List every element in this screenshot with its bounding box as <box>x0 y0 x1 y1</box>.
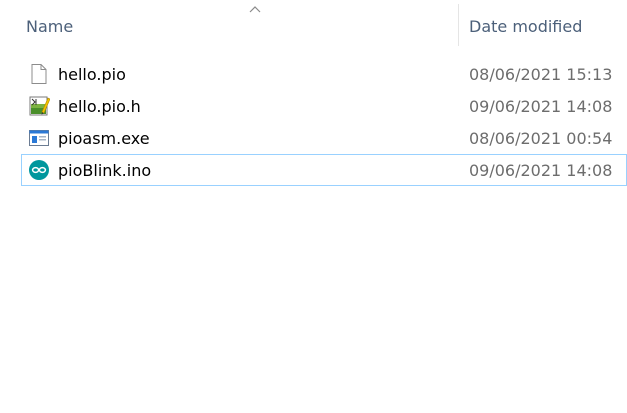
executable-icon <box>29 130 49 146</box>
arduino-icon <box>29 160 49 180</box>
date-modified-column-header[interactable]: Date modified <box>459 0 627 50</box>
file-name: pioasm.exe <box>58 129 150 148</box>
list-item-pioasm-exe[interactable]: pioasm.exe 08/06/2021 00:54 <box>21 122 627 154</box>
blank-file-icon <box>31 64 47 84</box>
file-name: pioBlink.ino <box>58 161 152 180</box>
list-item-pioblink-ino[interactable]: pioBlink.ino 09/06/2021 14:08 <box>21 154 627 186</box>
file-name: hello.pio <box>58 65 126 84</box>
file-date-modified: 08/06/2021 00:54 <box>469 129 613 148</box>
file-name: hello.pio.h <box>58 97 141 116</box>
file-date-modified: 09/06/2021 14:08 <box>469 161 613 180</box>
file-date-modified: 08/06/2021 15:13 <box>469 65 613 84</box>
file-explorer-details-view: Name Date modified hello.pio 08/06/2021 … <box>0 0 627 413</box>
name-column-label: Name <box>26 17 74 36</box>
file-date-modified: 09/06/2021 14:08 <box>469 97 613 116</box>
date-modified-column-label: Date modified <box>469 17 583 36</box>
list-item-hello-pio-h[interactable]: hello.pio.h 09/06/2021 14:08 <box>21 90 627 122</box>
list-item-hello-pio[interactable]: hello.pio 08/06/2021 15:13 <box>21 58 627 90</box>
name-column-header[interactable]: Name <box>18 0 458 50</box>
sort-ascending-icon <box>249 6 261 13</box>
column-header-bar: Name Date modified <box>0 0 627 50</box>
header-file-icon <box>29 96 50 116</box>
